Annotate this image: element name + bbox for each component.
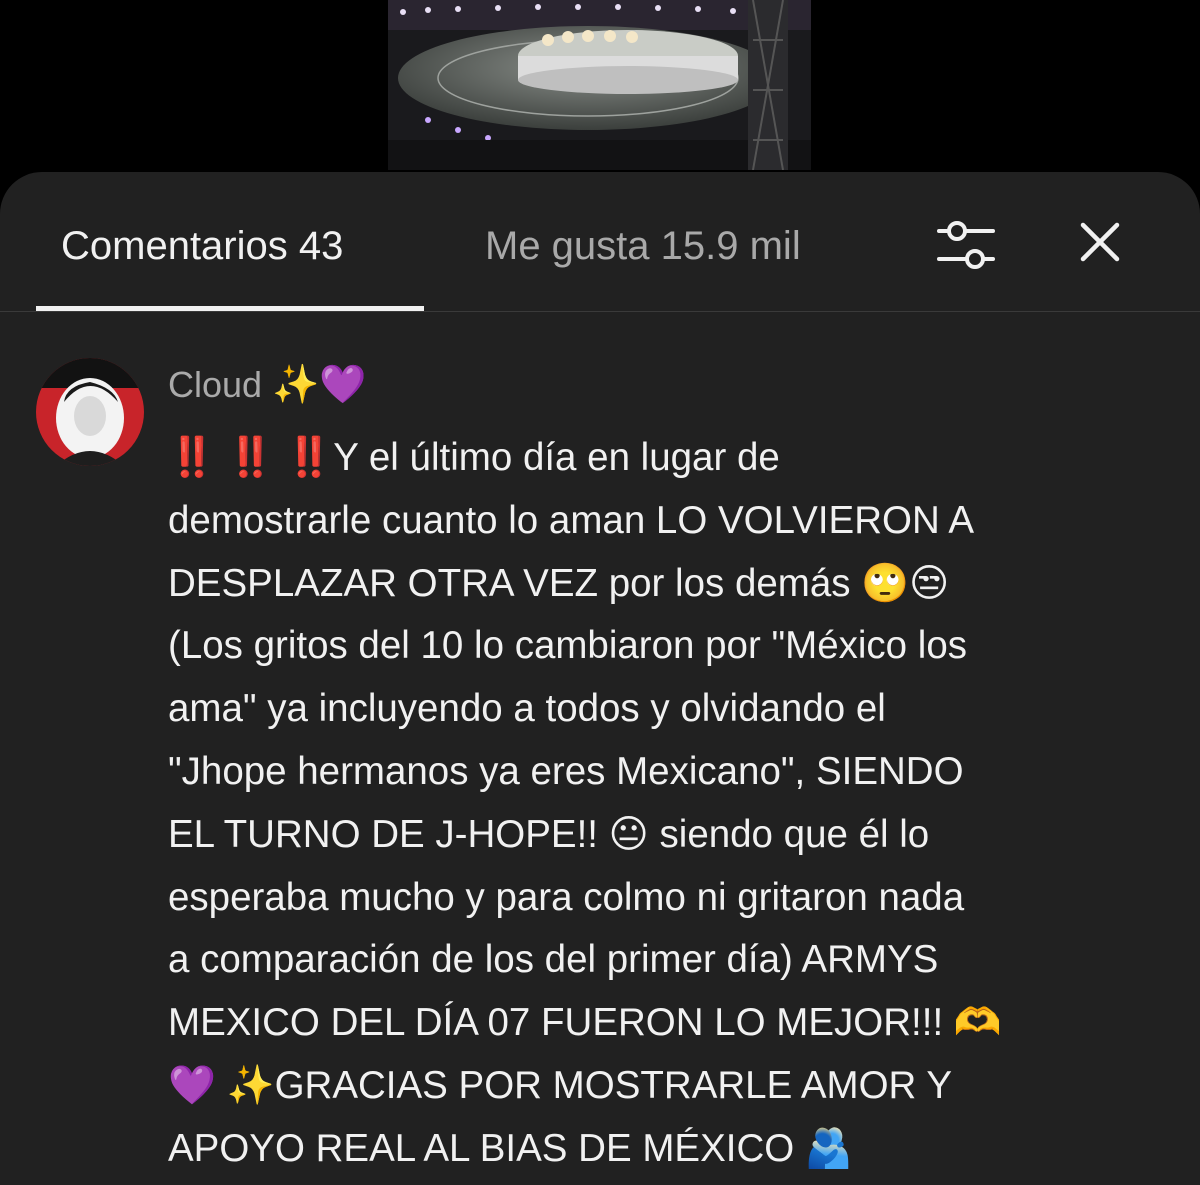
comment-line: ‼️ ‼️ ‼️Y el último día en lugar de	[168, 436, 780, 479]
comment-line: ama" ya incluyendo a todos y olvidando e…	[168, 687, 886, 731]
comment-line: (Los gritos del 10 lo cambiaron por "Méx…	[168, 624, 968, 668]
comment-line: demostrarle cuanto lo aman LO VOLVIERON …	[168, 498, 975, 542]
comment-line: 💜 ✨GRACIAS POR MOSTRARLE AMOR Y	[168, 1063, 953, 1107]
comment-line: a comparación de los del primer día) ARM…	[168, 938, 939, 982]
tabs-divider	[0, 311, 1200, 312]
comment-author[interactable]: Cloud ✨💜	[168, 363, 367, 407]
sheet-tabs: Comentarios 43 Me gusta 15.9 mil	[0, 172, 1200, 312]
concert-stage-image	[388, 0, 811, 170]
comment-line: EL TURNO DE J-HOPE!! 😐 siendo que él lo	[168, 812, 930, 856]
close-icon[interactable]	[1076, 218, 1124, 266]
comment-line: "Jhope hermanos ya eres Mexicano", SIEND…	[168, 749, 964, 793]
comment-line: MEXICO DEL DÍA 07 FUERON LO MEJOR!!! 🫶	[168, 1001, 1002, 1045]
author-name: Cloud	[168, 364, 263, 405]
comment-line: APOYO REAL AL BIAS DE MÉXICO 🫂	[168, 1126, 853, 1170]
comment-line: esperaba mucho y para colmo ni gritaron …	[168, 875, 965, 919]
comment-body: ‼️ ‼️ ‼️Y el último día en lugar de demo…	[168, 427, 1168, 1181]
comments-sheet: Comentarios 43 Me gusta 15.9 mil Cloud ✨…	[0, 172, 1200, 1185]
tab-comments[interactable]: Comentarios 43	[61, 222, 343, 270]
video-thumbnail[interactable]	[388, 0, 811, 170]
avatar[interactable]	[36, 358, 144, 466]
filter-sliders-icon[interactable]	[935, 217, 997, 273]
tab-likes[interactable]: Me gusta 15.9 mil	[485, 222, 801, 270]
comment-line: DESPLAZAR OTRA VEZ por los demás 🙄😒	[168, 561, 950, 605]
author-emojis: ✨💜	[272, 364, 367, 406]
